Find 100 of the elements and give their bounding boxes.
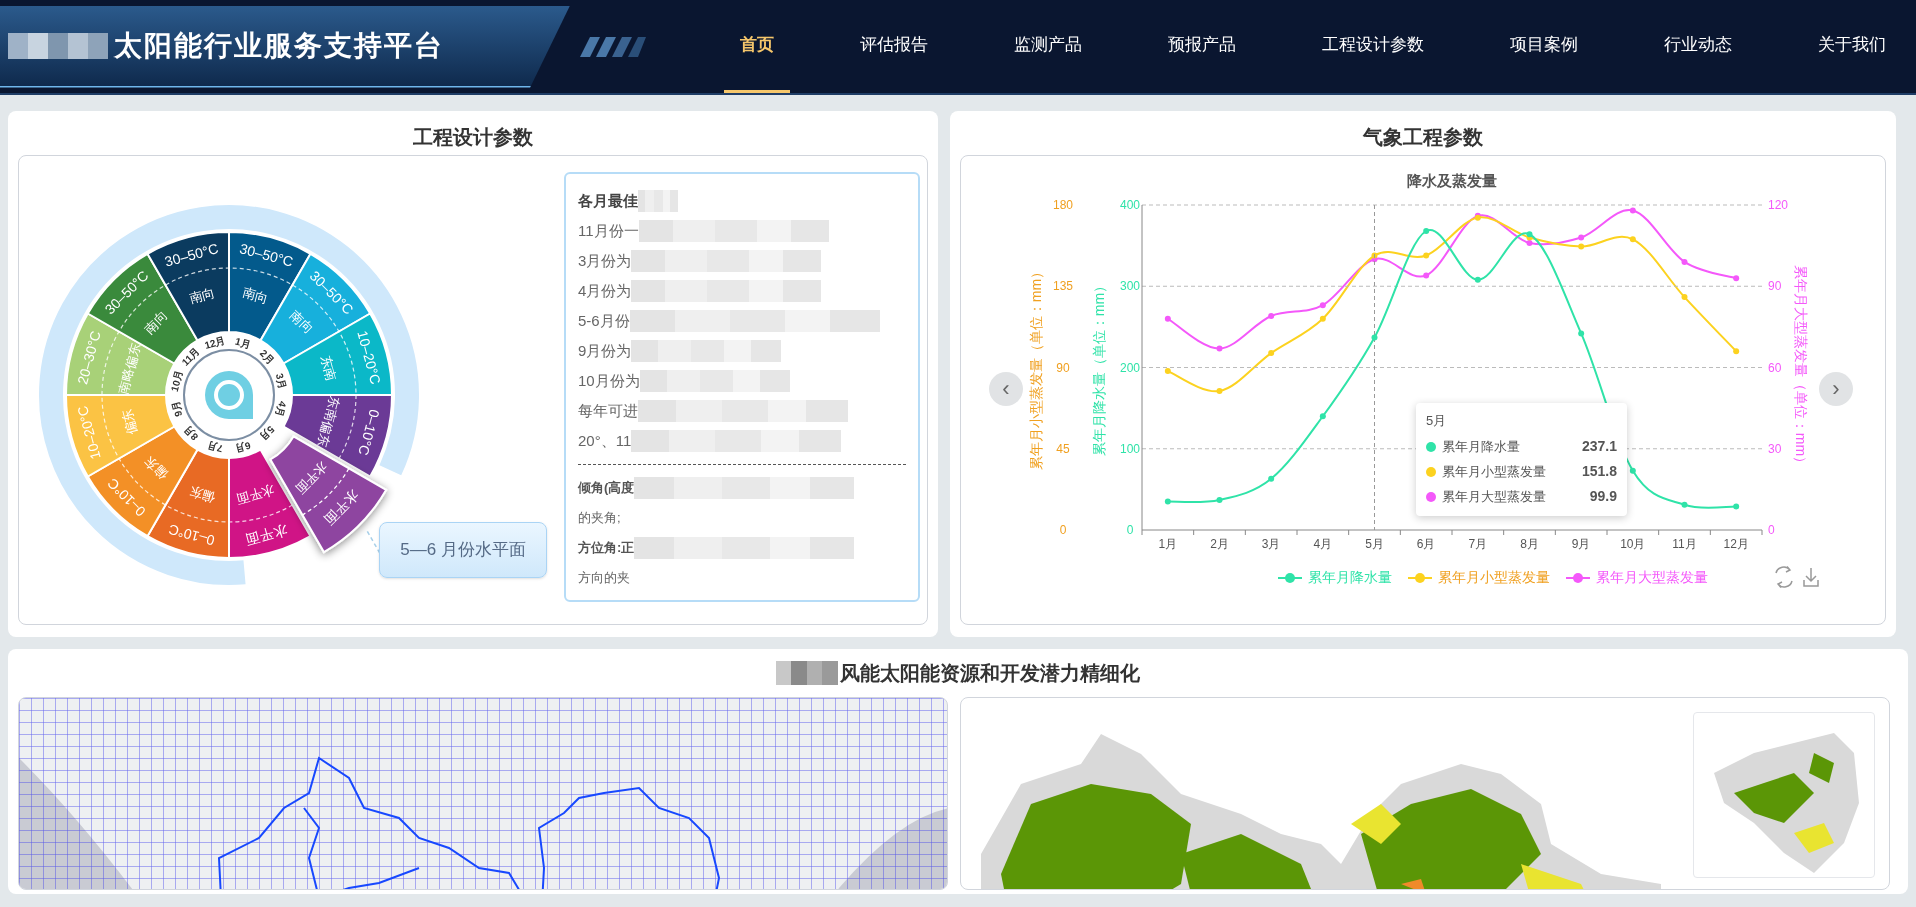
axis-tick-label: 1月 xyxy=(1158,537,1178,551)
tooltip-series-name: 累年月大型蒸发量 xyxy=(1442,487,1546,506)
notes-term: 方位角:正 xyxy=(578,539,635,558)
card-title: 工程设计参数 xyxy=(412,125,534,150)
precipitation-point xyxy=(1371,334,1378,341)
axis-tick-label: 4月 xyxy=(1313,537,1333,551)
small-pan-point xyxy=(1578,243,1585,250)
axis-tick-label: 180 xyxy=(1053,198,1073,212)
axis-tick-label: 60 xyxy=(1768,360,1782,375)
large-pan-point xyxy=(1319,302,1326,309)
axis-tick-label: 9月 xyxy=(1571,537,1591,551)
month-label: 2月 xyxy=(257,347,277,367)
precipitation-point xyxy=(1681,501,1688,508)
refresh-icon[interactable] xyxy=(1774,566,1794,588)
axis-tick-label: 90 xyxy=(1768,279,1782,294)
location-pin-icon xyxy=(205,371,253,419)
precipitation-point xyxy=(1423,228,1430,234)
axis-title: 累年月大型蒸发量（单位：mm） xyxy=(1793,264,1809,471)
pixelated-block xyxy=(638,190,678,212)
axis-tick-label: 120 xyxy=(1768,198,1789,212)
large-pan-point xyxy=(1526,239,1533,246)
axis-tick-label: 5月 xyxy=(1365,537,1384,551)
precipitation-point xyxy=(1733,503,1740,510)
axis-tick-label: 0 xyxy=(1126,523,1134,537)
axis-tick-label: 135 xyxy=(1053,279,1073,294)
tooltip-title: 5月 xyxy=(1426,412,1448,430)
nav-link[interactable]: 行业动态 xyxy=(1664,0,1732,93)
precipitation-point xyxy=(1319,413,1326,420)
notes-line: 20°、11 xyxy=(578,430,632,451)
axis-tick-label: 6月 xyxy=(1416,537,1436,551)
nav-link[interactable]: 首页 xyxy=(724,0,790,93)
legend-label: 累年月小型蒸发量 xyxy=(1438,568,1550,587)
precipitation-point xyxy=(1216,496,1223,503)
tooltip-value: 237.1 xyxy=(1581,437,1617,456)
precipitation-point xyxy=(1526,231,1533,238)
chart-title: 降水及蒸发量 xyxy=(1407,172,1497,189)
axis-tick-label: 0 xyxy=(1059,523,1067,537)
small-pan-point xyxy=(1268,350,1275,357)
notes-line: 方向的夹 xyxy=(578,569,630,588)
callout-label: 5—6 月份水平面 xyxy=(379,522,547,578)
large-pan-point xyxy=(1733,275,1740,282)
platform-title: 太阳能行业服务支持平台 xyxy=(114,28,444,63)
axis-tick-label: 300 xyxy=(1120,279,1140,294)
large-pan-point xyxy=(1681,258,1688,265)
tooltip-value: 151.8 xyxy=(1581,462,1617,481)
large-pan-point xyxy=(1216,345,1223,352)
small-pan-point xyxy=(1629,236,1636,243)
notes-line: 3月份为 xyxy=(578,250,632,271)
axis-tick-label: 200 xyxy=(1120,360,1140,375)
precipitation-point xyxy=(1629,467,1636,474)
axis-tick-label: 2月 xyxy=(1210,537,1229,551)
notes-line: 4月份为 xyxy=(578,280,632,301)
precipitation-point xyxy=(1578,330,1585,337)
axis-tick-label: 12月 xyxy=(1723,537,1749,551)
precipitation-point xyxy=(1474,276,1481,283)
axis-title: 累年月小型蒸发量（单位：mm） xyxy=(1028,264,1044,471)
next-button[interactable]: › xyxy=(1819,372,1853,406)
axis-tick-label: 8月 xyxy=(1520,537,1539,551)
small-pan-point xyxy=(1319,315,1326,322)
nav-link[interactable]: 项目案例 xyxy=(1510,0,1578,93)
axis-tick-label: 90 xyxy=(1056,360,1070,375)
axis-title: 累年月降水量（单位：mm） xyxy=(1091,278,1107,457)
axis-tick-label: 7月 xyxy=(1468,537,1488,551)
nav-link[interactable]: 监测产品 xyxy=(1014,0,1082,93)
precipitation-point xyxy=(1164,498,1171,505)
card-title: 风能太阳能资源和开发潜力精细化 xyxy=(840,661,1140,686)
nav-link[interactable]: 工程设计参数 xyxy=(1322,0,1424,93)
notes-line: 10月份为 xyxy=(578,370,640,391)
legend-label: 累年月降水量 xyxy=(1308,568,1392,587)
small-pan-point xyxy=(1216,387,1223,394)
axis-tick-label: 10月 xyxy=(1620,537,1646,551)
notes-term: 倾角(高度 xyxy=(578,479,635,498)
notes-line: 每年可进 xyxy=(578,400,638,421)
legend-label: 累年月大型蒸发量 xyxy=(1596,568,1708,587)
nav-link[interactable]: 评估报告 xyxy=(860,0,928,93)
notes-line: 5-6月份 xyxy=(578,310,630,331)
tooltip-series-name: 累年月降水量 xyxy=(1442,437,1520,456)
axis-tick-label: 11月 xyxy=(1672,537,1697,551)
pixelated-block xyxy=(776,661,838,685)
axis-tick-label: 3月 xyxy=(1261,537,1281,551)
month-label: 11月 xyxy=(179,345,202,368)
axis-tick-label: 30 xyxy=(1768,441,1782,456)
month-label: 8月 xyxy=(181,423,201,443)
nav-link[interactable]: 关于我们 xyxy=(1818,0,1886,93)
large-pan-point xyxy=(1268,313,1275,320)
axis-tick-label: 400 xyxy=(1120,198,1140,212)
large-pan-point xyxy=(1578,234,1585,241)
small-pan-point xyxy=(1423,252,1430,259)
nav-link[interactable]: 预报产品 xyxy=(1168,0,1236,93)
axis-tick-label: 0 xyxy=(1768,523,1775,537)
precipitation-point xyxy=(1268,475,1275,482)
notes-heading: 各月最佳 xyxy=(578,190,638,211)
card-title: 气象工程参数 xyxy=(1362,125,1484,150)
small-pan-point xyxy=(1681,294,1688,301)
small-pan-point xyxy=(1371,252,1378,259)
tooltip-series-name: 累年月小型蒸发量 xyxy=(1442,462,1546,481)
axis-tick-label: 100 xyxy=(1120,441,1140,456)
axis-tick-label: 45 xyxy=(1056,441,1070,456)
previous-button[interactable]: ‹ xyxy=(989,372,1023,406)
download-icon[interactable] xyxy=(1803,567,1819,587)
